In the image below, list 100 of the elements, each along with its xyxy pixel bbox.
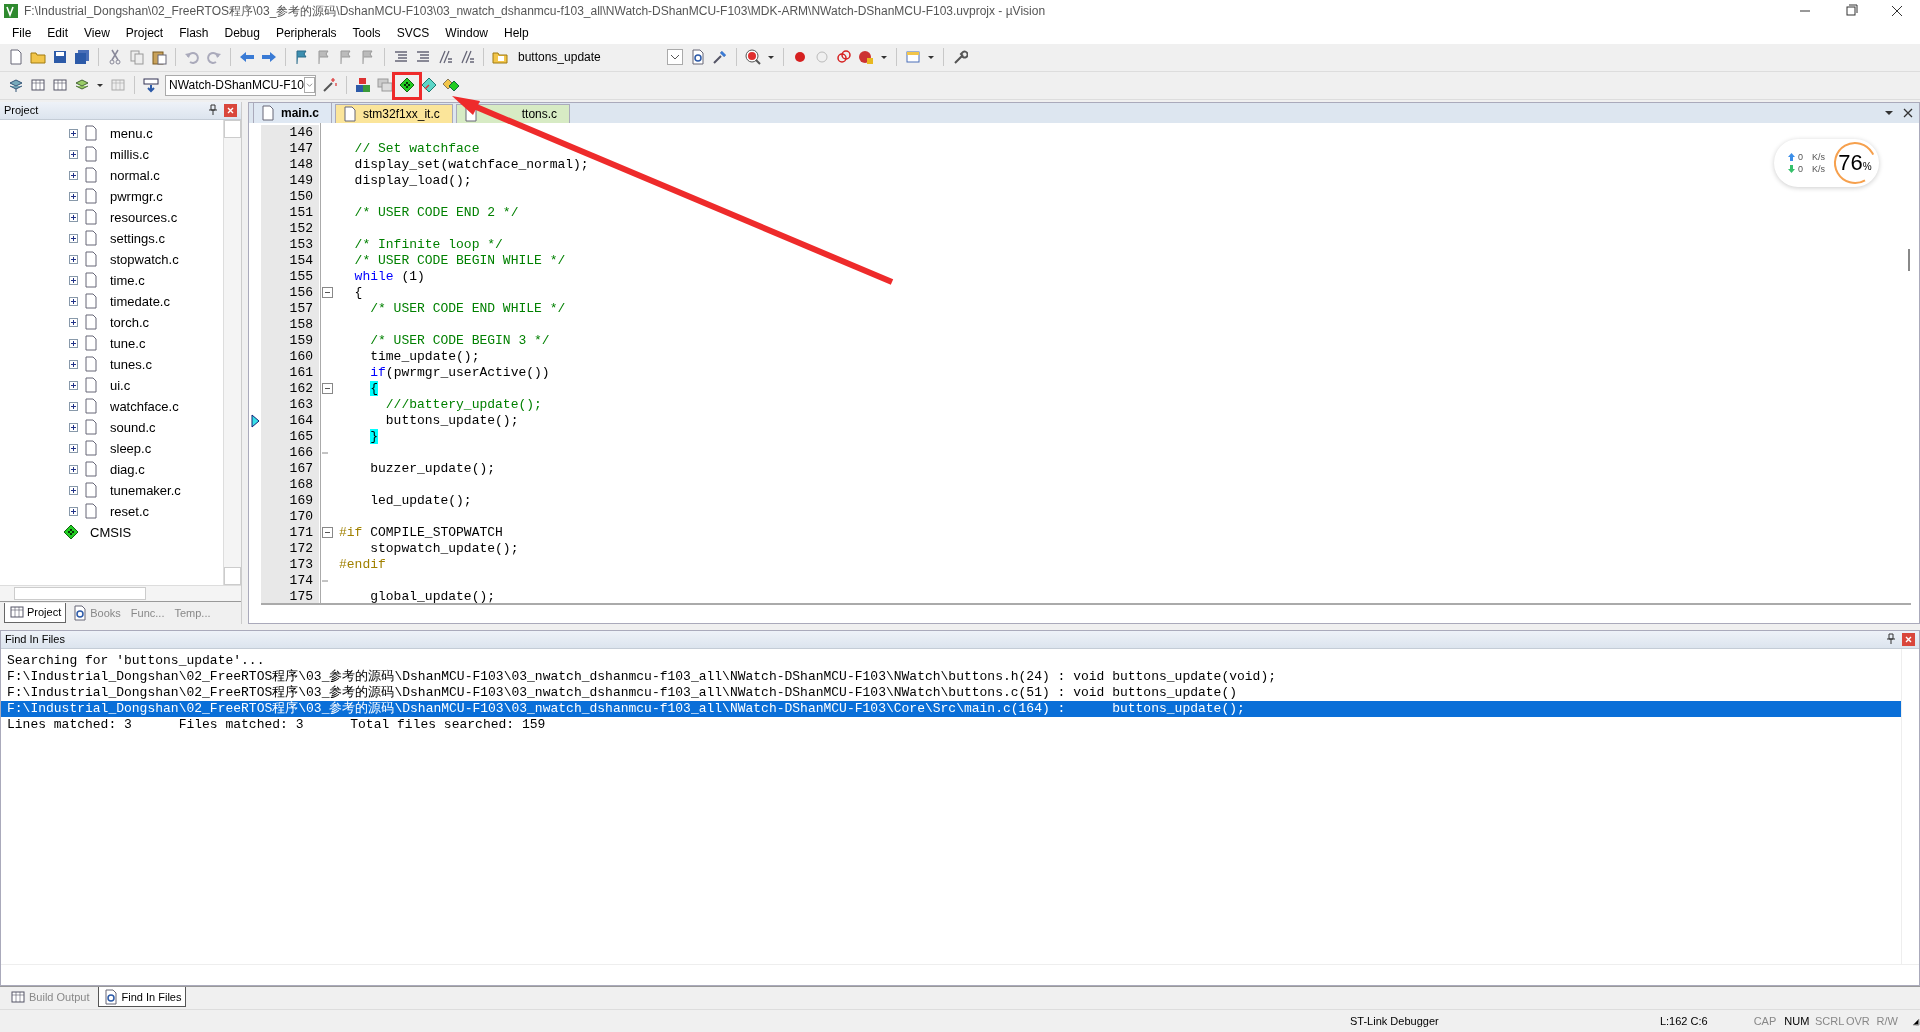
tree-item[interactable]: ui.c (104, 377, 131, 393)
expand-icon[interactable] (69, 275, 78, 285)
find-icon[interactable] (690, 49, 706, 66)
uncomment-icon[interactable] (459, 49, 475, 66)
file-icon (83, 125, 99, 142)
menu-item[interactable]: Peripherals (267, 25, 345, 40)
pin-icon[interactable] (1886, 633, 1896, 646)
expand-icon[interactable] (69, 464, 78, 474)
expand-icon[interactable] (69, 401, 78, 411)
expand-icon[interactable] (69, 380, 78, 390)
tree-item[interactable]: CMSIS (84, 524, 132, 540)
diamonds-icon[interactable] (443, 77, 459, 94)
editor-tab[interactable]: stm32f1xx_it.c (335, 103, 453, 123)
tree-item[interactable]: normal.c (104, 167, 160, 183)
save-icon[interactable] (52, 49, 68, 66)
collapse-icon[interactable] (321, 527, 333, 539)
output-line[interactable]: Searching for 'buttons_update'... (7, 652, 1895, 669)
menu-item[interactable]: Project (117, 25, 172, 40)
expand-icon[interactable] (69, 212, 78, 222)
code-line: // Set watchface (353, 141, 480, 157)
download-icon[interactable] (143, 77, 159, 94)
tree-item[interactable]: tunes.c (104, 356, 152, 372)
tree-item[interactable]: resources.c (104, 209, 178, 225)
code-line: while (1) (353, 269, 425, 285)
incremental-find-icon[interactable] (712, 49, 728, 66)
expand-icon[interactable] (69, 233, 78, 243)
kill-breakpoints-icon[interactable] (858, 49, 874, 66)
tree-item[interactable]: menu.c (104, 125, 153, 141)
expand-icon[interactable] (69, 443, 78, 453)
menu-item[interactable]: SVCS (388, 25, 438, 40)
breakpoints-icon[interactable] (836, 49, 852, 66)
dotted-diamond-icon[interactable] (399, 77, 415, 94)
dropdown-icon[interactable] (667, 49, 683, 66)
find-in-files-icon[interactable] (492, 49, 508, 66)
cursor-position: L:162 C:6 (1658, 1015, 1709, 1027)
expand-icon[interactable] (69, 149, 78, 159)
find-combo[interactable]: buttons_update (514, 46, 684, 68)
tree-item[interactable]: sound.c (104, 419, 156, 435)
expand-icon[interactable] (69, 191, 78, 201)
translate-icon[interactable] (8, 77, 24, 94)
new-file-icon[interactable] (8, 49, 24, 66)
wrench-icon[interactable] (952, 49, 968, 66)
close-icon[interactable] (224, 103, 237, 117)
expand-icon[interactable] (69, 359, 78, 369)
expand-icon[interactable] (69, 338, 78, 348)
tree-item[interactable]: millis.c (104, 146, 149, 162)
diamond-icon[interactable] (421, 77, 437, 94)
debug-icon[interactable] (745, 49, 761, 66)
menu-item[interactable]: Tools (344, 25, 389, 40)
target-combo[interactable]: NWatch-DShanMCU-F10 (165, 74, 316, 96)
cut-icon[interactable] (107, 49, 123, 66)
expand-icon[interactable] (69, 485, 78, 495)
tree-item[interactable]: sleep.c (104, 440, 152, 456)
expand-icon[interactable] (69, 254, 78, 264)
tree-item[interactable]: reset.c (104, 503, 149, 519)
tree-item[interactable]: settings.c (104, 230, 165, 246)
manage-icon[interactable] (377, 77, 393, 94)
tree-item[interactable]: tune.c (104, 335, 146, 351)
tree-item[interactable]: torch.c (104, 314, 149, 330)
save-all-icon[interactable] (74, 49, 90, 66)
file-icon (83, 230, 99, 247)
menu-item[interactable]: Edit (39, 25, 77, 40)
tree-item[interactable]: diag.c (104, 461, 145, 477)
menu-item[interactable]: Help (496, 25, 537, 40)
resize-grip-icon[interactable] (1910, 1016, 1920, 1026)
paste-icon[interactable] (151, 49, 167, 66)
expand-icon[interactable] (69, 296, 78, 306)
collapse-icon[interactable] (321, 383, 333, 395)
bookmark-flag-icon[interactable] (294, 49, 310, 66)
menu-item[interactable]: View (76, 25, 118, 40)
menu-item[interactable]: Window (437, 25, 496, 40)
menu-item[interactable]: Debug (216, 25, 268, 40)
output-line[interactable]: F:\Industrial_Dongshan\02_FreeRTOS程序\03_参考的源码\DshanMCU-F103\03_nwatch_dshanmcu-f103_all\NWatch-DShanMCU-F103\NWatch\buttons.c(51) : void buttons_update() (7, 684, 1895, 701)
build-icon[interactable] (30, 77, 46, 94)
tree-item[interactable]: pwrmgr.c (104, 188, 163, 204)
tree-item[interactable]: watchface.c (104, 398, 179, 414)
tree-item[interactable]: stopwatch.c (104, 251, 179, 267)
collapse-icon[interactable] (321, 287, 333, 299)
editor-tab[interactable]: main.c (253, 101, 332, 123)
expand-icon[interactable] (69, 128, 78, 138)
expand-icon[interactable] (69, 422, 78, 432)
tree-item[interactable]: timedate.c (104, 293, 170, 309)
expand-icon[interactable] (69, 317, 78, 327)
pin-icon[interactable] (208, 104, 218, 117)
menu-item[interactable]: Flash (171, 25, 217, 40)
output-line[interactable]: Lines matched: 3 Files matched: 3 Total files searched: 159 (7, 716, 1895, 733)
output-line[interactable]: F:\Industrial_Dongshan\02_FreeRTOS程序\03_参考的源码\DshanMCU-F103\03_nwatch_dshanmcu-f103_all\NWatch-DShanMCU-F103\NWatch\buttons.h(24) : void buttons_update(void); (7, 668, 1895, 685)
expand-icon[interactable] (69, 170, 78, 180)
magic-wand-icon[interactable] (322, 77, 338, 94)
menu-item[interactable]: File (4, 25, 40, 40)
close-icon[interactable] (1902, 632, 1915, 646)
code-line: { (353, 285, 363, 301)
tree-item[interactable]: time.c (104, 272, 145, 288)
scrollbar[interactable] (1908, 248, 1910, 271)
expand-icon[interactable] (69, 506, 78, 516)
comment-icon[interactable] (437, 49, 453, 66)
tree-item[interactable]: tunemaker.c (104, 482, 181, 498)
close-icon[interactable] (1903, 107, 1913, 118)
blocks-icon[interactable] (355, 77, 371, 94)
rebuild-icon[interactable] (52, 77, 68, 94)
